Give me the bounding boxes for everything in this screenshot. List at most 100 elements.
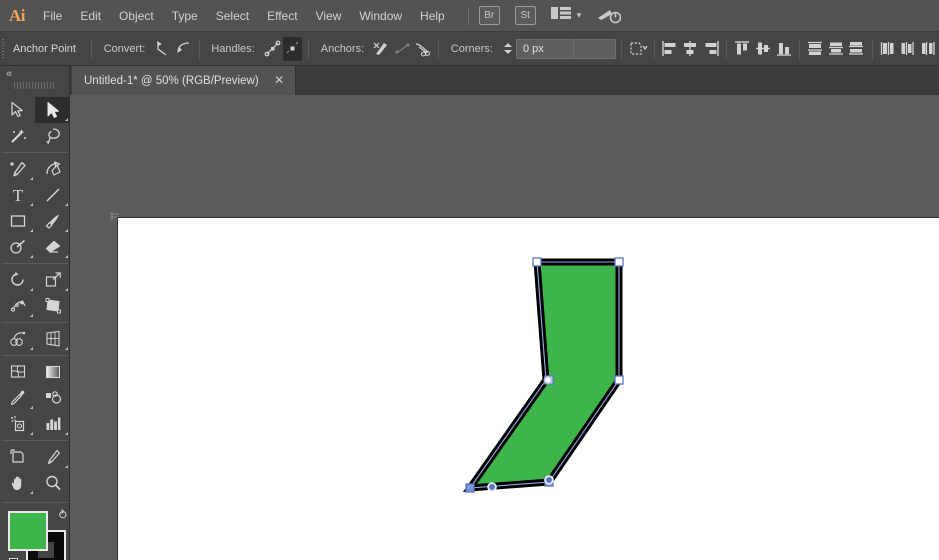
toolbar-header: «: [0, 66, 70, 95]
free-transform-icon: [45, 298, 61, 314]
distribute-right-button[interactable]: [920, 37, 939, 61]
eyedropper-tool[interactable]: [0, 385, 35, 411]
hide-handles-icon: [286, 41, 299, 54]
slice-tool[interactable]: [35, 444, 70, 470]
isolate-object-icon: [630, 42, 648, 55]
paintbrush-tool[interactable]: [35, 208, 70, 234]
mesh-icon: [10, 365, 25, 378]
menu-file[interactable]: File: [34, 0, 71, 32]
remove-selected-anchors-button[interactable]: [372, 37, 391, 61]
align-right-button[interactable]: [702, 37, 721, 61]
perspective-grid-tool[interactable]: [35, 326, 70, 352]
menu-object[interactable]: Object: [110, 0, 163, 32]
hide-handles-button[interactable]: [283, 36, 302, 61]
artboard-tool[interactable]: [0, 444, 35, 470]
magic-wand-tool[interactable]: [0, 123, 35, 149]
isolate-selected-object-button[interactable]: [628, 37, 648, 61]
align-bottom-icon: [776, 43, 791, 56]
swap-fill-stroke-icon[interactable]: ⥁: [59, 508, 67, 522]
corner-anchor-icon: [157, 41, 167, 56]
align-horizontal-center-button[interactable]: [681, 37, 700, 61]
tool-flyout-icon: [30, 406, 33, 409]
line-segment-tool[interactable]: [35, 182, 70, 208]
document-tab[interactable]: Untitled-1* @ 50% (RGB/Preview) ✕: [72, 66, 296, 95]
control-divider: [726, 38, 728, 59]
rotate-icon: [10, 272, 24, 286]
convert-label: Convert:: [103, 42, 146, 55]
rotate-tool[interactable]: [0, 267, 35, 293]
tool-flyout-icon: [30, 432, 33, 435]
bridge-icon[interactable]: Br: [478, 6, 500, 25]
column-graph-tool[interactable]: [35, 411, 70, 437]
corners-stepper[interactable]: 0 px: [502, 38, 616, 59]
workspace-switcher[interactable]: ▾: [550, 6, 581, 25]
menu-type[interactable]: Type: [163, 0, 207, 32]
show-handles-button[interactable]: [263, 37, 282, 61]
control-divider: [620, 38, 622, 59]
fill-swatch[interactable]: [8, 511, 48, 551]
distribute-horizontal-center-button[interactable]: [899, 37, 918, 61]
document-tab-title: Untitled-1* @ 50% (RGB/Preview): [84, 74, 259, 87]
close-icon[interactable]: ✕: [273, 74, 286, 87]
align-vertical-center-button[interactable]: [754, 37, 773, 61]
curvature-icon: [45, 161, 61, 176]
menu-edit[interactable]: Edit: [71, 0, 110, 32]
control-divider: [437, 38, 439, 59]
gradient-tool[interactable]: [35, 359, 70, 385]
canvas-area[interactable]: [70, 95, 939, 560]
hand-tool[interactable]: [0, 470, 35, 496]
width-icon: [10, 300, 26, 312]
stepper-arrows-icon[interactable]: [502, 39, 514, 59]
distribute-bottom-button[interactable]: [847, 37, 866, 61]
pen-tool[interactable]: [0, 156, 35, 182]
toolbar-drag-grip[interactable]: [14, 82, 56, 89]
cut-path-at-anchors-button[interactable]: [413, 37, 432, 61]
rectangle-tool[interactable]: [0, 208, 35, 234]
menu-effect[interactable]: Effect: [258, 0, 306, 32]
stock-icon[interactable]: St: [514, 6, 536, 25]
control-divider: [653, 38, 655, 59]
menu-window[interactable]: Window: [350, 0, 411, 32]
scale-tool[interactable]: [35, 267, 70, 293]
convert-to-corner-button[interactable]: [153, 37, 172, 61]
curvature-tool[interactable]: [35, 156, 70, 182]
perspective-grid-icon: [45, 330, 60, 347]
eraser-tool[interactable]: [35, 234, 70, 260]
rectangle-icon: [10, 215, 25, 227]
menu-view[interactable]: View: [307, 0, 351, 32]
type-tool[interactable]: T: [0, 182, 35, 208]
symbol-sprayer-tool[interactable]: [0, 411, 35, 437]
direct-selection-tool[interactable]: [35, 97, 70, 123]
shaper-tool[interactable]: [0, 234, 35, 260]
zoom-tool[interactable]: [35, 470, 70, 496]
distribute-vertical-center-button[interactable]: [826, 37, 845, 61]
column-graph-icon: [46, 417, 60, 430]
corner-radius-input-extension[interactable]: [573, 38, 616, 59]
distribute-top-button[interactable]: [806, 37, 825, 61]
width-tool[interactable]: [0, 293, 35, 319]
distribute-left-button[interactable]: [878, 37, 897, 61]
align-left-button[interactable]: [661, 37, 680, 61]
collapse-panel-icon[interactable]: «: [6, 68, 12, 80]
control-bar-grip[interactable]: [0, 32, 7, 66]
convert-to-smooth-button[interactable]: [174, 37, 193, 61]
artboard[interactable]: [117, 217, 939, 560]
menu-select[interactable]: Select: [207, 0, 258, 32]
corner-radius-input[interactable]: 0 px: [515, 38, 574, 59]
tool-divider: [2, 440, 68, 441]
menu-help[interactable]: Help: [411, 0, 454, 32]
anchors-label: Anchors:: [320, 42, 365, 55]
distribute-left-icon: [880, 42, 894, 55]
lasso-tool[interactable]: [35, 123, 70, 149]
show-handles-icon: [264, 40, 280, 57]
zoom-icon: [45, 475, 61, 491]
blend-tool[interactable]: [35, 385, 70, 411]
connect-selected-endpoints-button[interactable]: [393, 37, 412, 61]
align-bottom-button[interactable]: [774, 37, 793, 61]
free-transform-tool[interactable]: [35, 293, 70, 319]
search-adobe-stock-button[interactable]: [597, 7, 622, 25]
mesh-tool[interactable]: [0, 359, 35, 385]
shape-builder-tool[interactable]: [0, 326, 35, 352]
selection-tool[interactable]: [0, 97, 35, 123]
align-top-button[interactable]: [733, 37, 752, 61]
